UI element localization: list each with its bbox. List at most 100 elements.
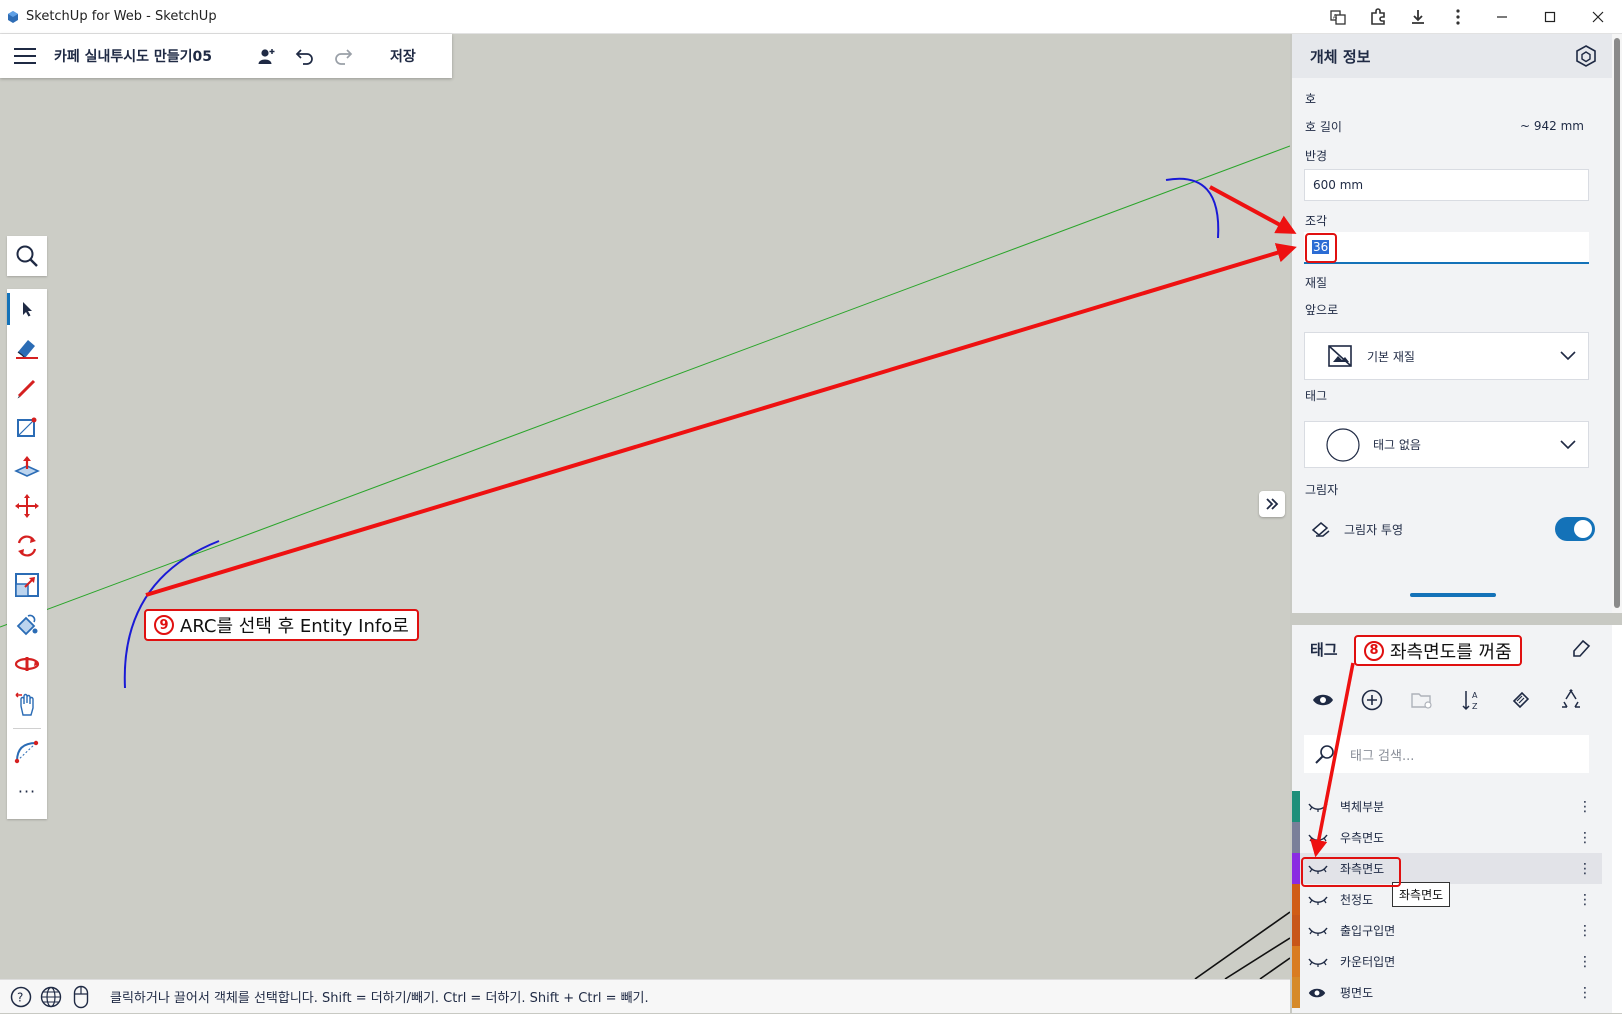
rotate-icon bbox=[17, 535, 37, 557]
save-button[interactable]: 저장 bbox=[390, 46, 416, 66]
tag-visibility-tool[interactable] bbox=[1308, 685, 1338, 715]
eye-closed-icon[interactable] bbox=[1308, 833, 1328, 843]
translate-icon[interactable]: A bbox=[1318, 0, 1358, 34]
eye-icon[interactable] bbox=[1308, 987, 1328, 999]
move-tool[interactable] bbox=[7, 487, 47, 527]
tag-menu-icon[interactable]: ⋮ bbox=[1578, 954, 1592, 970]
expand-panel-button[interactable] bbox=[1259, 491, 1285, 517]
tag-color-swatch bbox=[1292, 822, 1300, 853]
segments-field[interactable]: 36 bbox=[1304, 232, 1589, 264]
scrollbar-thumb[interactable] bbox=[1614, 38, 1620, 608]
sort-az-icon: AZ bbox=[1462, 691, 1478, 711]
entity-info-panel: 개체 정보 호 호 길이 ~ 942 mm 반경 600 mm 조각 36 재질… bbox=[1292, 34, 1612, 613]
tag-select[interactable]: 태그 없음 bbox=[1304, 421, 1589, 468]
maximize-icon[interactable] bbox=[1526, 0, 1574, 34]
tag-search-input[interactable]: 태그 검색... bbox=[1304, 735, 1589, 773]
tag-row-3[interactable]: 천정도 ⋮ 좌측면도 bbox=[1292, 882, 1602, 915]
select-tool[interactable] bbox=[7, 289, 47, 329]
entity-info-title: 개체 정보 bbox=[1310, 47, 1371, 66]
paint-bucket-icon bbox=[16, 614, 38, 636]
search-tool-button[interactable] bbox=[7, 236, 47, 276]
eye-closed-icon[interactable] bbox=[1308, 926, 1328, 936]
panel-drag-handle[interactable] bbox=[1410, 593, 1496, 597]
tag-menu-icon[interactable]: ⋮ bbox=[1578, 923, 1592, 939]
paint-bucket-tool[interactable] bbox=[7, 605, 47, 645]
tag-search-placeholder: 태그 검색... bbox=[1350, 748, 1415, 764]
sort-tags-tool[interactable]: AZ bbox=[1457, 685, 1487, 715]
modeling-viewport[interactable] bbox=[0, 34, 1290, 979]
model-edges bbox=[1194, 911, 1290, 979]
eraser-icon bbox=[16, 340, 38, 360]
cast-shadow-toggle[interactable] bbox=[1555, 517, 1595, 541]
extensions-icon[interactable] bbox=[1358, 0, 1398, 34]
pencil-tool[interactable] bbox=[7, 368, 47, 408]
tag-row-5[interactable]: 카운터입면 ⋮ bbox=[1292, 946, 1602, 977]
close-icon[interactable] bbox=[1574, 0, 1622, 34]
eye-closed-icon[interactable] bbox=[1308, 802, 1328, 812]
radius-field[interactable]: 600 mm bbox=[1304, 169, 1589, 201]
tag-row-6[interactable]: 평면도 ⋮ bbox=[1292, 977, 1602, 1008]
color-by-tag-tool[interactable] bbox=[1506, 685, 1536, 715]
status-text: 클릭하거나 끌어서 객체를 선택합니다. Shift = 더하기/빼기. Ctr… bbox=[110, 991, 649, 1006]
tag-name: 벽체부분 bbox=[1340, 800, 1385, 814]
tag-menu-icon[interactable]: ⋮ bbox=[1578, 985, 1592, 1001]
search-icon bbox=[16, 245, 38, 267]
push-pull-icon bbox=[14, 455, 40, 477]
segments-highlight-box bbox=[1305, 233, 1337, 263]
tag-row-1[interactable]: 우측면도 ⋮ bbox=[1292, 822, 1602, 853]
eye-closed-icon[interactable] bbox=[1308, 957, 1328, 967]
tag-menu-icon[interactable]: ⋮ bbox=[1578, 861, 1592, 877]
rectangle-tool[interactable] bbox=[7, 408, 47, 448]
cast-shadow-label: 그림자 투영 bbox=[1344, 523, 1404, 537]
add-tag-folder-tool bbox=[1407, 685, 1437, 715]
globe-icon[interactable] bbox=[36, 980, 66, 1014]
color-by-tag-icon bbox=[1513, 691, 1530, 709]
tag-edit-icon[interactable] bbox=[1570, 637, 1592, 659]
material-select[interactable]: 기본 재질 bbox=[1304, 332, 1589, 380]
undo-icon[interactable] bbox=[290, 41, 320, 71]
tag-menu-icon[interactable]: ⋮ bbox=[1578, 892, 1592, 908]
download-icon[interactable] bbox=[1398, 0, 1438, 34]
purge-tags-tool[interactable] bbox=[1556, 685, 1586, 715]
orbit-tool[interactable] bbox=[7, 645, 47, 685]
push-pull-tool[interactable] bbox=[7, 447, 47, 487]
help-icon[interactable]: ? bbox=[6, 980, 36, 1014]
status-bar: ? 클릭하거나 끌어서 객체를 선택합니다. Shift = 더하기/빼기. C… bbox=[0, 979, 1290, 1013]
segments-label: 조각 bbox=[1305, 214, 1328, 228]
tag-row-0[interactable]: 벽체부분 ⋮ bbox=[1292, 791, 1602, 822]
tag-row-4[interactable]: 출입구입면 ⋮ bbox=[1292, 915, 1602, 946]
tag-menu-icon[interactable]: ⋮ bbox=[1578, 830, 1592, 846]
material-value: 기본 재질 bbox=[1367, 349, 1415, 364]
eye-closed-icon[interactable] bbox=[1308, 895, 1328, 905]
tag-name: 천정도 bbox=[1340, 893, 1374, 907]
mouse-icon[interactable] bbox=[66, 980, 96, 1014]
window-title-bar: SketchUp for Web - SketchUp A bbox=[0, 0, 1622, 34]
eraser-tool[interactable] bbox=[7, 329, 47, 369]
tool-separator bbox=[13, 727, 41, 729]
more-tools-button[interactable]: ··· bbox=[7, 772, 47, 812]
add-user-icon[interactable] bbox=[252, 41, 282, 71]
minimize-icon[interactable] bbox=[1478, 0, 1526, 34]
add-tag-tool[interactable] bbox=[1357, 685, 1387, 715]
radius-label: 반경 bbox=[1305, 149, 1328, 163]
chevron-down-icon bbox=[1560, 439, 1576, 449]
tag-name: 카운터입면 bbox=[1340, 955, 1396, 969]
rotate-tool[interactable] bbox=[7, 526, 47, 566]
arc-length-label: 호 길이 bbox=[1305, 120, 1342, 134]
entity-panel-scrollbar[interactable] bbox=[1612, 34, 1622, 613]
tag-menu-icon[interactable]: ⋮ bbox=[1578, 799, 1592, 815]
document-title[interactable]: 카페 실내투시도 만들기05 bbox=[54, 46, 244, 66]
scale-tool[interactable] bbox=[7, 566, 47, 606]
tag-name: 우측면도 bbox=[1340, 831, 1385, 845]
tags-panel-scrollbar[interactable] bbox=[1612, 625, 1622, 1013]
arc-tool[interactable] bbox=[7, 733, 47, 773]
callout-step-8: 8 좌측면도를 꺼줌 bbox=[1354, 635, 1522, 666]
tool-palette: ··· bbox=[7, 289, 47, 819]
tag-color-swatch bbox=[1292, 853, 1300, 884]
pan-tool[interactable] bbox=[7, 684, 47, 724]
document-toolbar: 카페 실내투시도 만들기05 저장 bbox=[0, 34, 452, 78]
hamburger-menu-icon[interactable] bbox=[14, 48, 36, 64]
redo-icon[interactable] bbox=[328, 41, 358, 71]
entity-info-cube-icon[interactable] bbox=[1574, 44, 1598, 68]
more-vertical-icon[interactable] bbox=[1438, 0, 1478, 34]
